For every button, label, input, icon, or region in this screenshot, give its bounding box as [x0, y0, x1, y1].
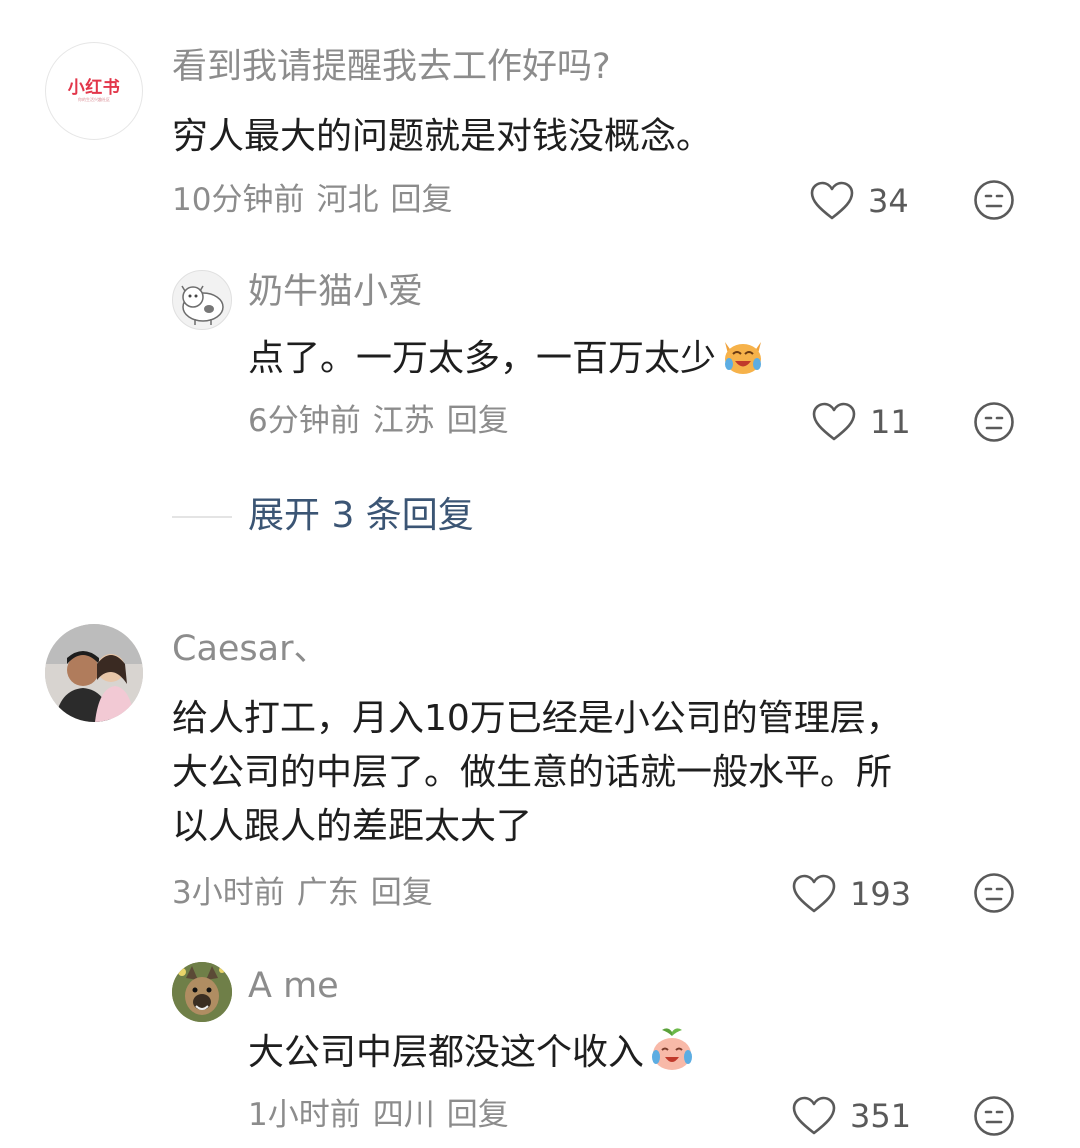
meh-face-icon[interactable] [973, 872, 1015, 914]
reply-username[interactable]: 奶牛猫小爱 [248, 270, 423, 314]
heart-outline-icon [812, 402, 856, 442]
comment-text-line: 以人跟人的差距太大了 [172, 806, 533, 847]
like-count: 34 [868, 182, 909, 220]
reply-text[interactable]: 点了。一万太多，一百万太少 [248, 332, 766, 394]
comment-location: 广东 [296, 875, 359, 911]
heart-outline-icon [810, 181, 854, 221]
like-button[interactable]: 11 [812, 397, 911, 447]
reply-button[interactable]: 回复 [447, 1097, 509, 1133]
dog-photo-icon [172, 962, 232, 1022]
like-button[interactable]: 351 [792, 1091, 911, 1141]
comment-meta: 10分钟前 河北 回复 [172, 180, 452, 220]
reply-time: 6分钟前 [248, 403, 361, 439]
expand-replies-button[interactable]: 展开 3 条回复 [248, 494, 474, 538]
comment-time: 3小时前 [172, 875, 285, 911]
crying-laughing-cat-emoji-icon [720, 332, 766, 394]
cow-drawing-icon [181, 285, 224, 325]
meh-face-icon[interactable] [973, 179, 1015, 221]
comment-text[interactable]: 给人打工，月入10万已经是小公司的管理层， 大公司的中层了。做生意的话就一般水平… [172, 692, 902, 854]
comment-text[interactable]: 穷人最大的问题就是对钱没概念。 [172, 110, 712, 164]
meh-face-icon[interactable] [973, 401, 1015, 443]
comment-username[interactable]: 看到我请提醒我去工作好吗? [172, 45, 611, 89]
comment-location: 河北 [316, 182, 379, 218]
brand-logo-subtitle: 你的生活兴趣社区 [78, 97, 110, 102]
like-button[interactable]: 193 [792, 869, 911, 919]
like-count: 193 [850, 875, 912, 913]
comment-time: 10分钟前 [172, 182, 305, 218]
reply-time: 1小时前 [248, 1097, 361, 1133]
heart-outline-icon [792, 874, 836, 914]
like-count: 11 [870, 403, 911, 441]
meh-face-icon[interactable] [973, 1095, 1015, 1137]
reply-button[interactable]: 回复 [447, 403, 509, 439]
comment-text-line: 大公司的中层了。做生意的话就一般水平。所 [172, 752, 893, 793]
reply-meta: 1小时前 四川 回复 [248, 1095, 509, 1135]
like-button[interactable]: 34 [810, 176, 909, 226]
avatar[interactable]: 小红书 你的生活兴趣社区 [45, 42, 143, 140]
comment-text-line: 给人打工，月入10万已经是小公司的管理层， [172, 698, 902, 739]
reply-button[interactable]: 回复 [390, 182, 452, 218]
expand-divider [172, 516, 232, 518]
reply-location: 四川 [372, 1097, 435, 1133]
avatar[interactable] [172, 270, 232, 330]
reply-location: 江苏 [372, 403, 435, 439]
comment-username[interactable]: Caesar、 [172, 627, 329, 671]
avatar[interactable] [172, 962, 232, 1022]
user-photo-icon [45, 624, 143, 722]
brand-logo-text: 小红书 [67, 78, 121, 98]
avatar[interactable] [45, 624, 143, 722]
reply-text-content: 大公司中层都没这个收入 [248, 1032, 645, 1073]
crying-peach-emoji-icon [648, 1026, 696, 1088]
reply-text[interactable]: 大公司中层都没这个收入 [248, 1026, 696, 1088]
like-count: 351 [850, 1097, 912, 1135]
reply-meta: 6分钟前 江苏 回复 [248, 401, 509, 441]
heart-outline-icon [792, 1096, 836, 1136]
reply-button[interactable]: 回复 [371, 875, 433, 911]
reply-username[interactable]: A me [248, 964, 339, 1008]
reply-text-content: 点了。一万太多，一百万太少 [248, 338, 717, 379]
comment-meta: 3小时前 广东 回复 [172, 873, 433, 913]
